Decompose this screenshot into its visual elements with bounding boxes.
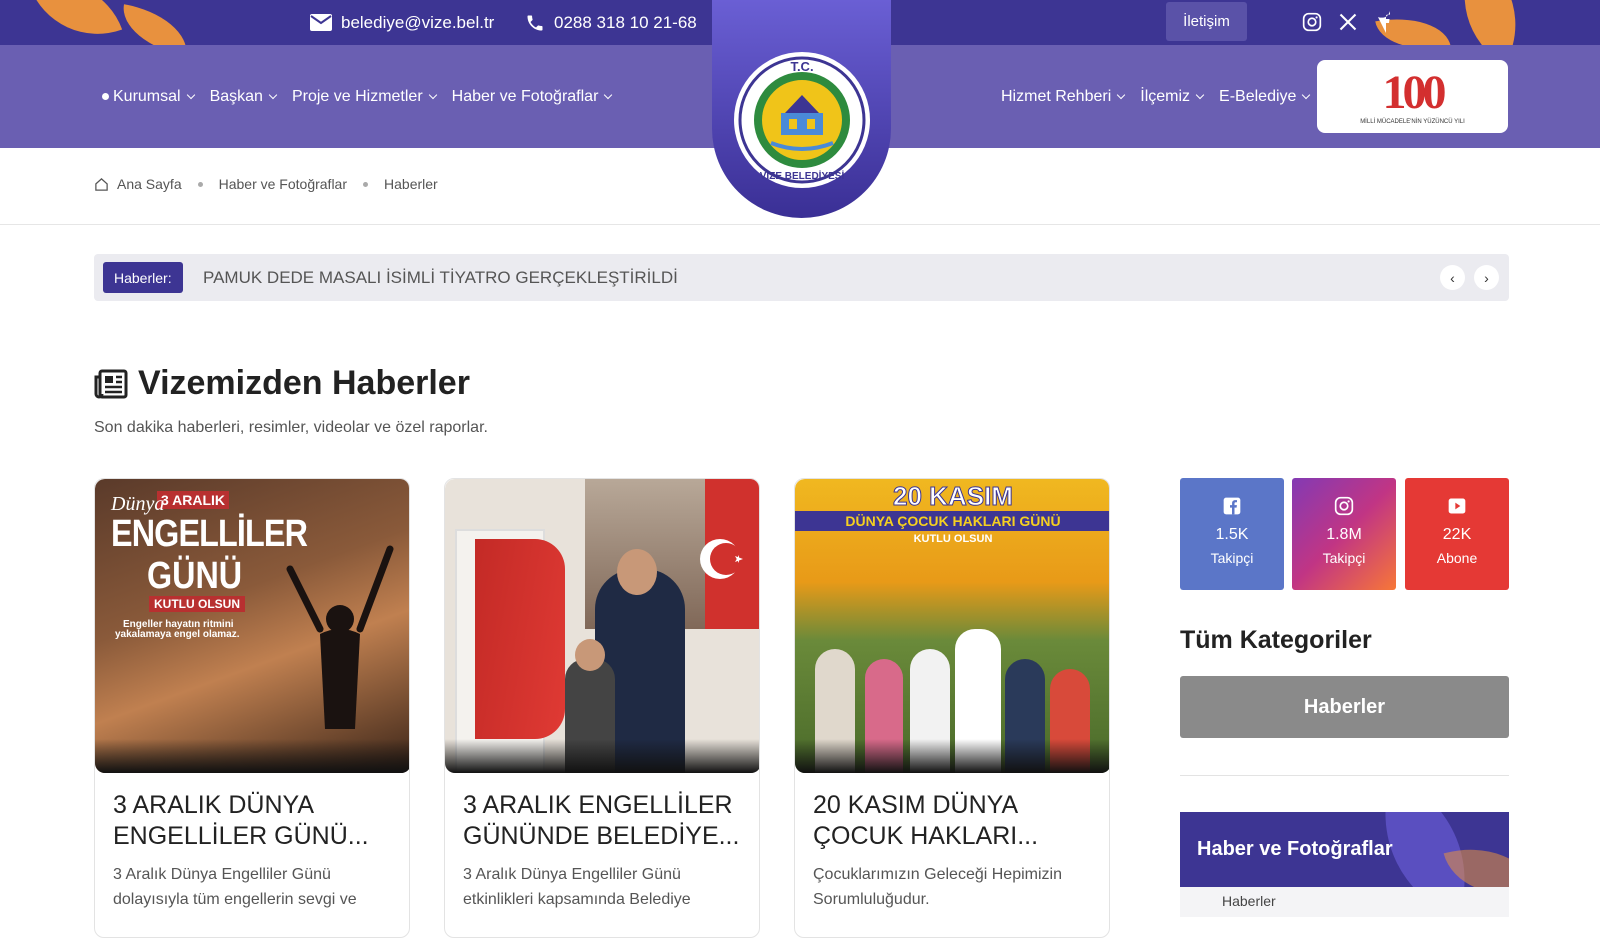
facebook-icon <box>1223 497 1241 515</box>
news-card-image[interactable] <box>445 479 759 773</box>
img-line-3: KUTLU OLSUN <box>913 533 993 545</box>
image-bottom-fade <box>95 739 409 773</box>
news-card-title[interactable]: 3 ARALIK DÜNYA ENGELLİLER GÜNÜ... <box>113 790 398 852</box>
news-card-excerpt: 3 Aralık Dünya Engelliler Günü etkinlikl… <box>463 866 691 908</box>
nav-item-hizmet-rehberi[interactable]: Hizmet Rehberi <box>1001 88 1126 106</box>
phone-icon <box>527 15 543 30</box>
haber-fotograflar-panel: Haber ve Fotoğraflar <box>1180 812 1509 887</box>
img-small-text: 3 ARALIK <box>157 491 230 509</box>
ticker-headline[interactable]: PAMUK DEDE MASALI İSİMLİ TİYATRO GERÇEKL… <box>203 254 678 301</box>
vize-emblem-icon: T.C. VİZE BELEDİYESİ <box>738 56 866 184</box>
home-icon <box>95 177 108 191</box>
news-card[interactable]: 3 ARALIK Dünya ENGELLİLER GÜNÜ KUTLU OLS… <box>94 478 410 938</box>
youtube-icon <box>1448 498 1466 514</box>
breadcrumb-separator <box>197 181 203 187</box>
news-card-image[interactable]: 3 ARALIK Dünya ENGELLİLER GÜNÜ KUTLU OLS… <box>95 479 409 773</box>
nav-item-proje-hizmetler[interactable]: Proje ve Hizmetler <box>292 88 437 106</box>
chevron-down-icon <box>1117 90 1126 99</box>
img-big-text-1: ENGELLİLER <box>111 513 308 555</box>
ticker-prev-button[interactable]: ‹ <box>1440 265 1465 290</box>
email-text: belediye@vize.bel.tr <box>341 12 495 32</box>
breadcrumb-separator <box>363 181 369 187</box>
chevron-down-icon <box>428 90 437 99</box>
breadcrumb-haber-fotograflar[interactable]: Haber ve Fotoğraflar <box>219 176 347 192</box>
facebook-label: Takipçi <box>1210 550 1254 566</box>
news-card[interactable]: 3 ARALIK ENGELLİLER GÜNÜNDE BELEDİYE... … <box>444 478 760 938</box>
news-card-title[interactable]: 20 KASIM DÜNYA ÇOCUK HAKLARI... <box>813 790 1098 852</box>
chevron-down-icon <box>186 90 195 99</box>
phone-text: 0288 318 10 21-68 <box>554 12 697 32</box>
email-link[interactable]: belediye@vize.bel.tr <box>310 0 494 45</box>
instagram-followers[interactable]: 1.8M Takipçi <box>1292 478 1396 590</box>
breadcrumb-current: Haberler <box>384 176 438 192</box>
nav-item-e-belediye[interactable]: E-Belediye <box>1219 88 1311 106</box>
instagram-icon <box>1334 496 1354 516</box>
silhouette-crutches-icon <box>286 545 394 729</box>
nav-right: Hizmet Rehberi İlçemiz E-Belediye <box>1001 45 1325 148</box>
news-card-excerpt: Çocuklarımızın Geleceği Hepimizin Soruml… <box>813 866 1062 908</box>
contact-button[interactable]: İletişim <box>1166 2 1247 41</box>
img-big-text: 20 KASIM <box>893 481 1014 512</box>
img-tag-text: KUTLU OLSUN <box>149 596 245 612</box>
instagram-count: 1.8M <box>1326 526 1362 543</box>
img-quote-2: yakalamaya engel olamaz. <box>115 629 240 640</box>
img-line-2: DÜNYA ÇOCUK HAKLARI GÜNÜ <box>795 511 1109 531</box>
news-card-excerpt: 3 Aralık Dünya Engelliler Günü dolayısıy… <box>113 866 357 908</box>
decor-leaf-1 <box>29 0 123 45</box>
img-boy-head <box>575 639 605 671</box>
youtube-count: 22K <box>1442 526 1472 543</box>
decor-leaf-4 <box>1435 0 1545 45</box>
phone-link[interactable]: 0288 318 10 21-68 <box>525 0 697 45</box>
section-title: Vizemizden Haberler <box>94 364 470 403</box>
newspaper-icon <box>94 369 128 398</box>
facebook-count: 1.5K <box>1215 526 1249 543</box>
municipality-logo[interactable]: T.C. VİZE BELEDİYESİ <box>712 0 891 218</box>
image-bottom-fade <box>795 739 1109 773</box>
chevron-down-icon <box>604 90 613 99</box>
categories-title: Tüm Kategoriler <box>1180 626 1372 654</box>
chevron-down-icon <box>1302 90 1311 99</box>
logo-emblem: T.C. VİZE BELEDİYESİ <box>734 52 870 188</box>
logo-top-text: T.C. <box>790 59 813 74</box>
decor-leaf-2 <box>117 4 193 45</box>
nav-item-kurumsal[interactable]: Kurumsal <box>102 88 195 106</box>
centennial-badge[interactable]: 100 MİLLİ MÜCADELE'NİN YÜZÜNCÜ YILI <box>1317 60 1508 133</box>
active-dot <box>102 93 109 100</box>
nav-item-haber-fotograflar[interactable]: Haber ve Fotoğraflar <box>452 88 613 106</box>
img-man-head <box>617 549 657 595</box>
chevron-down-icon <box>268 90 278 99</box>
centennial-caption: MİLLİ MÜCADELE'NİN YÜZÜNCÜ YILI <box>1360 118 1465 125</box>
section-subtitle: Son dakika haberleri, resimler, videolar… <box>94 419 488 436</box>
logo-bottom-text: VİZE BELEDİYESİ <box>760 169 845 182</box>
news-card-title[interactable]: 3 ARALIK ENGELLİLER GÜNÜNDE BELEDİYE... <box>463 790 748 852</box>
mail-icon <box>310 14 332 31</box>
divider <box>1180 775 1509 776</box>
nav-item-baskan[interactable]: Başkan <box>210 88 278 106</box>
facebook-top-icon[interactable] <box>1372 10 1396 34</box>
instagram-top-icon[interactable] <box>1300 10 1324 34</box>
panel-title: Haber ve Fotoğraflar <box>1197 838 1393 860</box>
youtube-label: Abone <box>1436 550 1478 566</box>
news-card-image[interactable]: 20 KASIM DÜNYA ÇOCUK HAKLARI GÜNÜ KUTLU … <box>795 479 1109 773</box>
nav-item-ilcemiz[interactable]: İlçemiz <box>1140 88 1205 106</box>
instagram-label: Takipçi <box>1322 550 1366 566</box>
facebook-followers[interactable]: 1.5K Takipçi <box>1180 478 1284 590</box>
divider <box>0 224 1600 225</box>
ticker-label: Haberler: <box>103 262 183 293</box>
news-ticker: Haberler: PAMUK DEDE MASALI İSİMLİ TİYAT… <box>94 254 1509 301</box>
category-haberler-button[interactable]: Haberler <box>1180 676 1509 738</box>
youtube-subscribers[interactable]: 22K Abone <box>1405 478 1509 590</box>
flag-crescent-icon <box>700 539 743 579</box>
nav-left: Kurumsal Başkan Proje ve Hizmetler Haber… <box>102 45 627 148</box>
x-twitter-icon[interactable] <box>1336 10 1360 34</box>
img-turkish-flag <box>475 539 565 739</box>
centennial-number: 100 <box>1382 65 1447 119</box>
img-big-text-2: GÜNÜ <box>147 555 243 597</box>
chevron-down-icon <box>1195 90 1205 99</box>
breadcrumb: Ana Sayfa Haber ve Fotoğraflar Haberler <box>94 176 438 192</box>
news-card[interactable]: 20 KASIM DÜNYA ÇOCUK HAKLARI GÜNÜ KUTLU … <box>794 478 1110 938</box>
image-bottom-fade <box>445 739 759 773</box>
breadcrumb-home[interactable]: Ana Sayfa <box>117 176 182 192</box>
ticker-next-button[interactable]: › <box>1474 265 1499 290</box>
